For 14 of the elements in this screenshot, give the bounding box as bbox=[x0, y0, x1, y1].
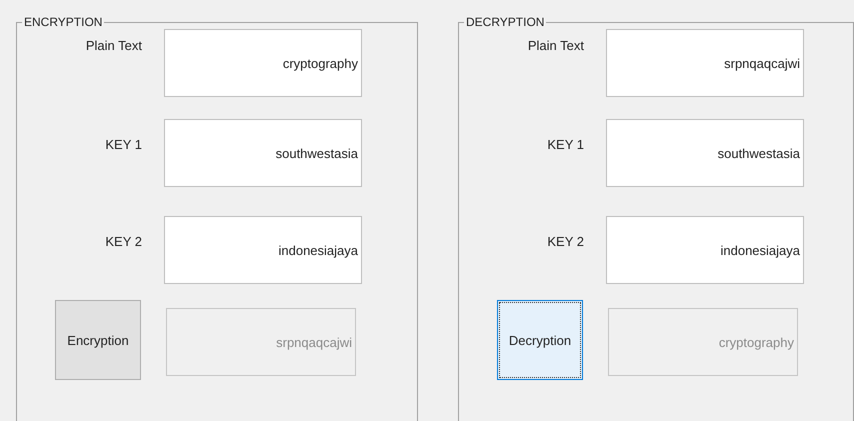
text-field[interactable]: indonesiajaya bbox=[164, 216, 362, 284]
text-field[interactable]: cryptography bbox=[164, 29, 362, 97]
action-button[interactable]: Decryption bbox=[497, 300, 583, 380]
field-label: KEY 2 bbox=[104, 234, 142, 249]
action-button[interactable]: Encryption bbox=[55, 300, 141, 380]
field-label: KEY 1 bbox=[104, 137, 142, 152]
text-field[interactable]: southwestasia bbox=[164, 119, 362, 187]
text-field[interactable]: srpnqaqcajwi bbox=[606, 29, 804, 97]
text-field[interactable]: indonesiajaya bbox=[606, 216, 804, 284]
field-label: KEY 2 bbox=[546, 234, 584, 249]
field-label: KEY 1 bbox=[546, 137, 584, 152]
field-label: Plain Text bbox=[526, 38, 584, 53]
text-field[interactable]: southwestasia bbox=[606, 119, 804, 187]
field-label: Plain Text bbox=[84, 38, 142, 53]
